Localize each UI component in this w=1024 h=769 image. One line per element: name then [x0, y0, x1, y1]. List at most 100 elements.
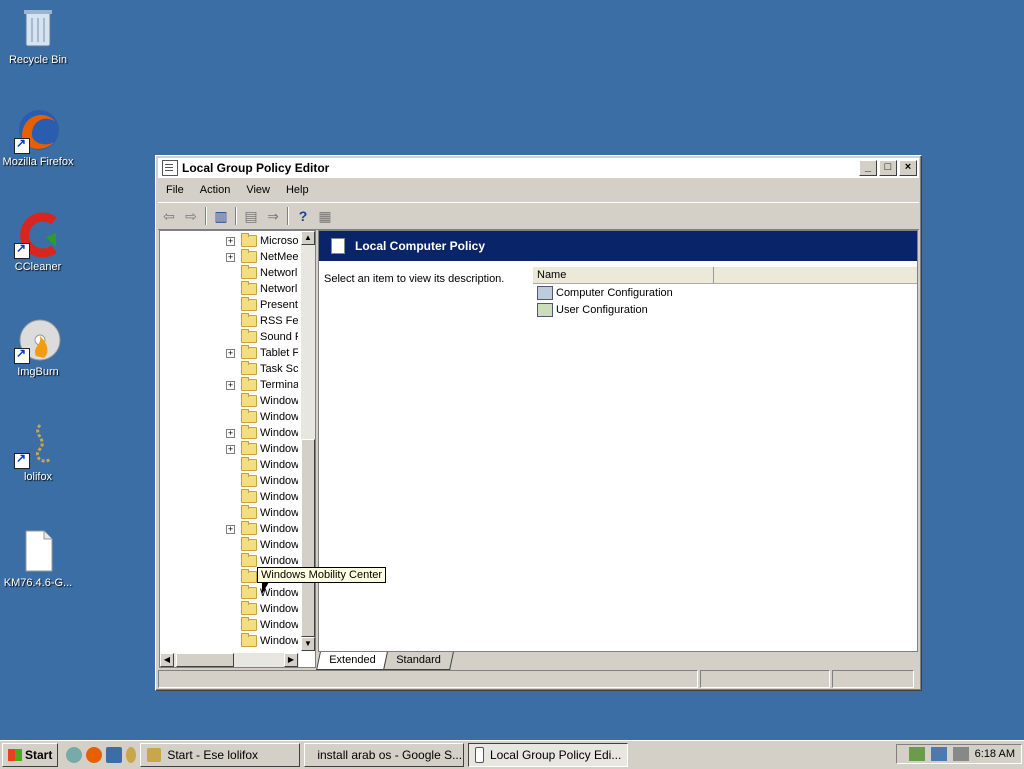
back-arrow-icon[interactable]: ⇦: [158, 206, 180, 226]
task-start-lolifox[interactable]: Start - Ese lolifox: [140, 743, 301, 767]
expand-plus-icon[interactable]: +: [226, 236, 235, 246]
expand-plus-icon[interactable]: +: [226, 444, 235, 454]
list-item-computer-configuration[interactable]: Computer Configuration: [537, 285, 673, 301]
tree-item-label: NetMee: [260, 251, 298, 263]
folder-icon: [241, 233, 257, 247]
tree-item[interactable]: Window: [160, 585, 299, 601]
tree-item[interactable]: Window: [160, 601, 299, 617]
tree-vertical-scrollbar[interactable]: ▲ ▼: [301, 231, 315, 651]
forward-arrow-icon[interactable]: ⇨: [180, 206, 202, 226]
tree-item-label: Window: [260, 619, 298, 631]
desktop-icon-label: lolifox: [23, 471, 53, 483]
scroll-left-icon[interactable]: ◀: [160, 653, 174, 667]
tree-item[interactable]: + Window: [160, 441, 299, 457]
desktop-icon-ccleaner[interactable]: CCleaner: [0, 211, 76, 273]
column-name-header[interactable]: Name: [533, 267, 714, 283]
folder-icon: [241, 569, 257, 583]
shortcut-arrow-icon: [14, 136, 30, 154]
tree-item[interactable]: Window: [160, 473, 299, 489]
menu-file[interactable]: File: [158, 184, 192, 196]
menu-help[interactable]: Help: [278, 184, 317, 196]
tree-item[interactable]: + Tablet F: [160, 345, 299, 361]
volume-muted-icon[interactable]: [952, 747, 969, 761]
description-text: Select an item to view its description.: [324, 273, 505, 285]
policy-document-icon: [331, 238, 345, 254]
tree-item[interactable]: + Window: [160, 521, 299, 537]
menu-view[interactable]: View: [238, 184, 278, 196]
desktop-icon-label: Recycle Bin: [8, 54, 68, 66]
menu-action[interactable]: Action: [192, 184, 239, 196]
desktop-icon-recycle-bin[interactable]: Recycle Bin: [0, 4, 76, 66]
tree-item[interactable]: Window: [160, 633, 299, 649]
tree-item[interactable]: + NetMee: [160, 249, 299, 265]
desktop-icon-km76-file[interactable]: KM76.4.6-G...: [0, 527, 76, 589]
help-icon[interactable]: ?: [292, 206, 314, 226]
desktop-icon-imgburn[interactable]: ImgBurn: [0, 316, 76, 378]
tree-item[interactable]: Window: [160, 537, 299, 553]
desktop-icon-mozilla-firefox[interactable]: Mozilla Firefox: [0, 106, 76, 168]
start-button[interactable]: Start: [2, 743, 59, 767]
tree-item[interactable]: Window: [160, 393, 299, 409]
expand-plus-icon[interactable]: +: [226, 348, 235, 358]
tree-item[interactable]: Networl: [160, 265, 299, 281]
properties-icon[interactable]: ▤: [240, 206, 262, 226]
network-icon[interactable]: [930, 747, 947, 761]
tree-item[interactable]: RSS Fee: [160, 313, 299, 329]
scroll-down-icon[interactable]: ▼: [301, 637, 315, 651]
tree-item[interactable]: + Window: [160, 425, 299, 441]
tree-item[interactable]: + Microso: [160, 233, 299, 249]
tree-item[interactable]: Window: [160, 617, 299, 633]
show-hide-tree-icon[interactable]: ▥: [210, 206, 232, 226]
expand-plus-icon[interactable]: +: [226, 380, 235, 390]
minimize-button[interactable]: _: [859, 160, 877, 176]
ccleaner-icon: [14, 211, 62, 259]
folder-icon: [241, 281, 257, 295]
tree-item[interactable]: Task Sc: [160, 361, 299, 377]
tree-item[interactable]: Window: [160, 489, 299, 505]
browser-icon[interactable]: [66, 747, 83, 763]
tab-standard[interactable]: Standard: [383, 652, 455, 670]
clock[interactable]: 6:18 AM: [975, 748, 1015, 760]
show-desktop-icon[interactable]: [106, 747, 123, 763]
scroll-right-icon[interactable]: ▶: [284, 653, 298, 667]
firefox-icon[interactable]: [86, 747, 103, 763]
tree-horizontal-scrollbar[interactable]: ◀ ▶: [160, 653, 299, 667]
task-google-search[interactable]: install arab os - Google S...: [304, 743, 465, 767]
task-group-policy-editor[interactable]: Local Group Policy Edi...: [468, 743, 629, 767]
desktop-icon-lolifox[interactable]: lolifox: [0, 421, 76, 483]
expand-plus-icon[interactable]: +: [226, 428, 235, 438]
shortcut-arrow-icon: [14, 451, 30, 469]
tree-item[interactable]: Window: [160, 505, 299, 521]
show-hide-action-pane-icon[interactable]: ▦: [314, 206, 336, 226]
export-list-icon[interactable]: ⇒: [262, 206, 284, 226]
document-file-icon: [14, 527, 62, 575]
tree-item[interactable]: Window: [160, 409, 299, 425]
folder-icon: [241, 409, 257, 423]
tree-item-label: Window: [260, 523, 298, 535]
tree-item[interactable]: Sound R: [160, 329, 299, 345]
window-titlebar[interactable]: Local Group Policy Editor _ □ ×: [158, 158, 919, 178]
folder-icon: [241, 585, 257, 599]
tree-item[interactable]: + Termina: [160, 377, 299, 393]
tab-extended[interactable]: Extended: [316, 652, 389, 670]
group-policy-window[interactable]: Local Group Policy Editor _ □ × File Act…: [155, 155, 922, 691]
close-button[interactable]: ×: [899, 160, 917, 176]
scroll-thumb[interactable]: [301, 439, 315, 637]
windows-logo-icon: [8, 749, 22, 761]
menu-bar: File Action View Help: [158, 180, 919, 200]
expand-plus-icon[interactable]: +: [226, 252, 235, 262]
toolbar: ⇦ ⇨ ▥ ▤ ⇒ ? ▦: [158, 202, 919, 230]
list-item-user-configuration[interactable]: User Configuration: [537, 302, 648, 318]
lolifox-icon[interactable]: [126, 747, 137, 763]
scroll-thumb[interactable]: [176, 653, 234, 667]
security-shield-icon[interactable]: [908, 747, 925, 761]
scroll-up-icon[interactable]: ▲: [301, 231, 315, 245]
tree-item-label: Window: [260, 459, 298, 471]
tree-item[interactable]: Networl: [160, 281, 299, 297]
tree-item[interactable]: Window: [160, 457, 299, 473]
tree-item[interactable]: Present: [160, 297, 299, 313]
maximize-button[interactable]: □: [879, 160, 897, 176]
policy-tree[interactable]: + Microso + NetMee Networl Networl Present RSS …: [159, 230, 316, 668]
details-pane: Local Computer Policy Select an item to …: [318, 230, 918, 652]
expand-plus-icon[interactable]: +: [226, 524, 235, 534]
